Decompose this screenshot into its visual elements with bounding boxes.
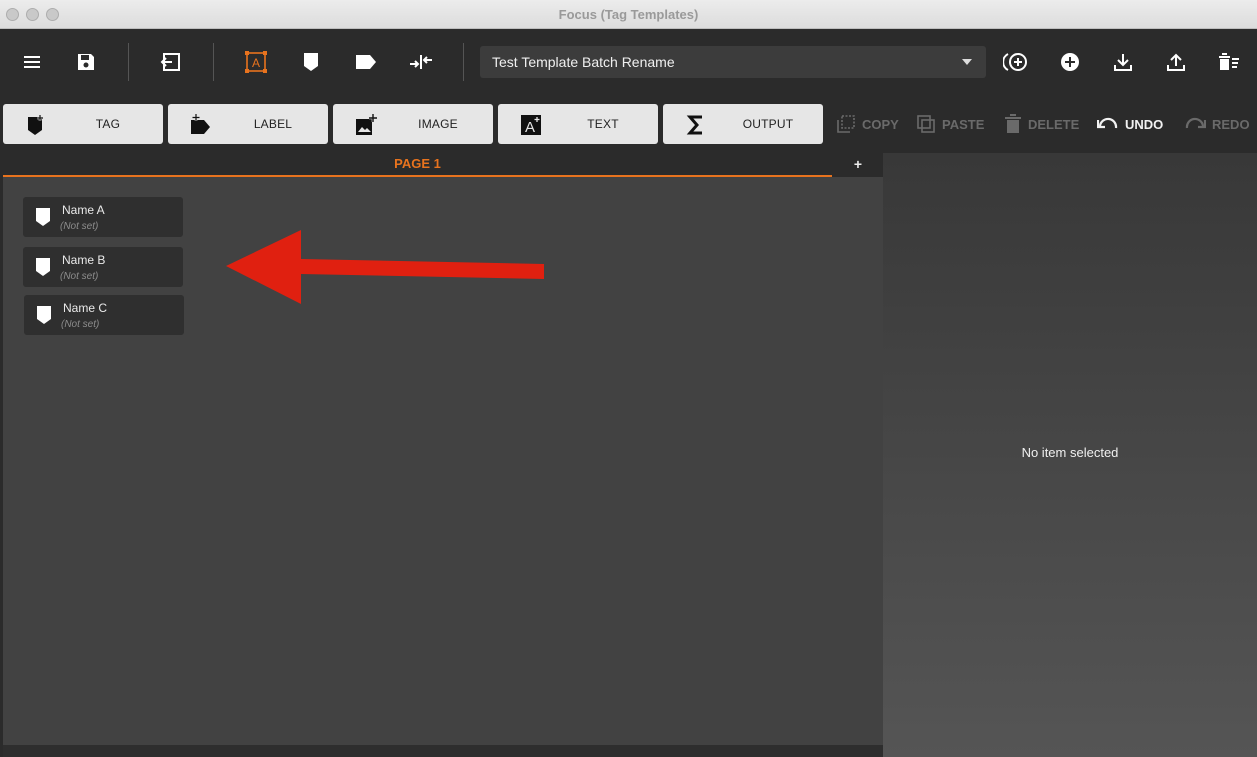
redo-icon xyxy=(1185,117,1206,129)
delete-sweep-icon xyxy=(1219,53,1239,70)
template-select[interactable]: Test Template Batch Rename xyxy=(480,46,986,78)
add-output-button[interactable]: OUTPUT xyxy=(663,104,823,144)
svg-text:A: A xyxy=(252,56,260,70)
tag-item-name-b[interactable]: Name B (Not set) xyxy=(23,247,183,287)
window-title: Focus (Tag Templates) xyxy=(558,7,699,22)
merge-tool-button[interactable] xyxy=(403,44,439,80)
add-text-icon: A xyxy=(521,115,541,136)
label-shape-icon xyxy=(356,55,376,69)
text-selection-icon: A xyxy=(245,51,267,73)
add-output-label: OUTPUT xyxy=(742,117,794,131)
upload-icon xyxy=(1167,53,1185,71)
chevron-down-icon xyxy=(962,59,972,65)
tab-page-1[interactable]: PAGE 1 xyxy=(3,153,832,177)
copy-label: COPY xyxy=(862,116,899,132)
sigma-icon xyxy=(686,115,702,135)
paste-label: PASTE xyxy=(942,116,985,132)
tag-item-name: Name A xyxy=(62,203,105,217)
undo-button[interactable]: UNDO xyxy=(1097,113,1163,135)
save-icon xyxy=(78,54,94,70)
tag-shape-icon xyxy=(36,208,50,226)
page-tabs: PAGE 1 + xyxy=(3,153,883,177)
new-template-button[interactable] xyxy=(1052,44,1088,80)
tag-item-name: Name B xyxy=(62,253,106,267)
paste-button[interactable]: PASTE xyxy=(916,113,984,135)
save-button[interactable] xyxy=(68,44,104,80)
select-text-tool-button[interactable]: A xyxy=(238,44,274,80)
compress-arrows-icon xyxy=(410,55,432,69)
add-image-button[interactable]: IMAGE xyxy=(333,104,493,144)
redo-button[interactable]: REDO xyxy=(1184,113,1250,135)
trash-icon xyxy=(1005,114,1021,133)
element-toolbar: TAG LABEL IMAGE A TEXT OUTPUT COPY PASTE… xyxy=(0,95,1257,153)
svg-text:A: A xyxy=(525,119,535,136)
add-tag-icon xyxy=(28,115,43,135)
add-circle-icon xyxy=(1061,53,1079,71)
copy-button[interactable]: COPY xyxy=(836,113,899,135)
toolbar-divider xyxy=(213,43,214,81)
tag-item-name-c[interactable]: Name C (Not set) xyxy=(24,295,184,335)
upload-button[interactable] xyxy=(1158,44,1194,80)
tag-shape-icon xyxy=(37,306,51,324)
download-icon xyxy=(1114,54,1132,71)
tag-tool-button[interactable] xyxy=(293,44,329,80)
add-photo-icon xyxy=(356,114,377,135)
undo-label: UNDO xyxy=(1125,116,1164,132)
add-page-button[interactable]: + xyxy=(848,155,868,175)
tag-item-name-a[interactable]: Name A (Not set) xyxy=(23,197,183,237)
undo-icon xyxy=(1097,117,1118,129)
download-button[interactable] xyxy=(1105,44,1141,80)
delete-template-button[interactable] xyxy=(1211,44,1247,80)
add-label-icon xyxy=(191,114,210,134)
add-text-label: TEXT xyxy=(587,117,619,131)
tag-item-value: (Not set) xyxy=(60,271,99,282)
sign-in-icon xyxy=(160,53,180,71)
add-template-circle-button[interactable] xyxy=(998,44,1034,80)
copy-icon xyxy=(837,115,855,133)
toolbar-divider xyxy=(463,43,464,81)
tag-item-name: Name C xyxy=(63,301,108,315)
add-image-label: IMAGE xyxy=(418,117,458,131)
tag-item-value: (Not set) xyxy=(61,319,100,330)
main-toolbar: A Test Template Batch Rename xyxy=(0,29,1257,95)
annotation-arrow-icon xyxy=(226,230,544,304)
menu-button[interactable] xyxy=(14,44,50,80)
template-select-value: Test Template Batch Rename xyxy=(492,54,675,70)
add-tag-label: TAG xyxy=(95,117,121,131)
add-label-button[interactable]: LABEL xyxy=(168,104,328,144)
delete-button[interactable]: DELETE xyxy=(1004,113,1079,135)
add-tag-button[interactable]: TAG xyxy=(3,104,163,144)
no-selection-message: No item selected xyxy=(1021,445,1119,460)
redo-label: REDO xyxy=(1212,116,1250,132)
window-titlebar: Focus (Tag Templates) xyxy=(0,0,1257,29)
tag-shape-icon xyxy=(304,53,318,71)
add-text-button[interactable]: A TEXT xyxy=(498,104,658,144)
toolbar-divider xyxy=(128,43,129,81)
delete-label: DELETE xyxy=(1028,116,1080,132)
properties-panel: No item selected xyxy=(883,153,1257,757)
tag-item-value: (Not set) xyxy=(60,221,99,232)
canvas-scroll-track xyxy=(3,745,883,757)
add-label-label: LABEL xyxy=(253,117,293,131)
import-button[interactable] xyxy=(153,44,189,80)
hamburger-menu-icon xyxy=(24,56,40,68)
tag-shape-icon xyxy=(36,258,50,276)
paste-icon xyxy=(917,115,935,133)
label-tool-button[interactable] xyxy=(348,44,384,80)
add-circle-outline-icon xyxy=(1003,53,1027,71)
